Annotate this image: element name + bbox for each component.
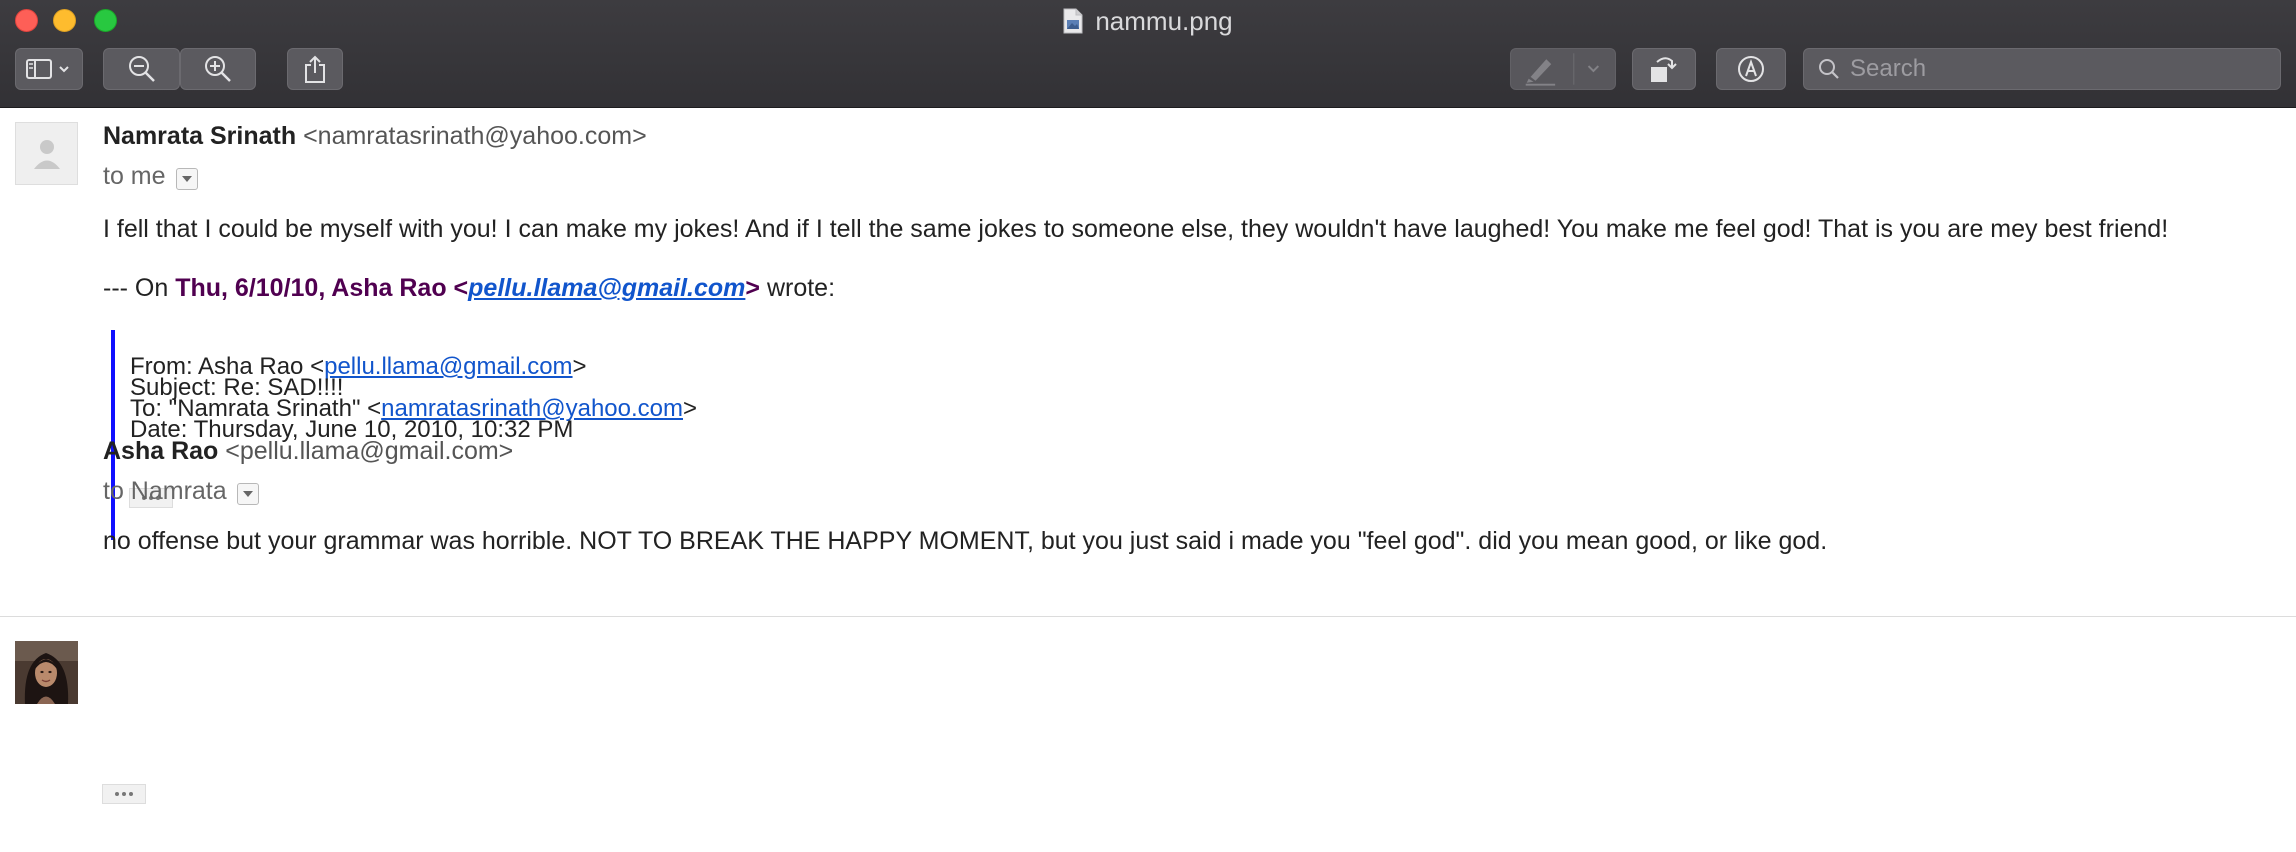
avatar [15, 641, 78, 704]
sender-name: Namrata Srinath [103, 122, 297, 150]
sender-name: Asha Rao [103, 437, 219, 465]
message-body: I fell that I could be myself with you! … [103, 215, 2169, 243]
window-title-text: nammu.png [1095, 5, 1233, 36]
quote-intro: --- On Thu, 6/10/10, Asha Rao <pellu.lla… [103, 274, 835, 303]
window-title: nammu.png [0, 4, 2296, 38]
sender-email: <namratasrinath@yahoo.com> [303, 122, 647, 150]
quote-from-email-link[interactable]: pellu.llama@gmail.com [324, 353, 572, 380]
show-trimmed-content-button[interactable] [102, 784, 146, 804]
sender-email: <pellu.llama@gmail.com> [225, 437, 514, 465]
recipient-label: to me [103, 162, 166, 190]
message-sender: Asha Rao <pellu.llama@gmail.com> [103, 437, 513, 466]
share-button[interactable] [287, 48, 343, 90]
quote-intro-email-link[interactable]: pellu.llama@gmail.com [468, 274, 745, 302]
message-body: no offense but your grammar was horrible… [103, 527, 1828, 555]
sidebar-toggle-button[interactable] [15, 48, 83, 90]
chevron-down-icon [181, 175, 192, 182]
markup-button[interactable] [1716, 48, 1786, 90]
zoom-out-icon [128, 56, 155, 82]
message-divider [0, 616, 2296, 617]
quote-to-suffix: > [683, 395, 698, 422]
document-icon [1063, 8, 1083, 34]
person-icon [33, 139, 60, 169]
sidebar-icon [26, 59, 69, 79]
zoom-in-button[interactable] [180, 48, 256, 90]
email-thread: Namrata Srinath <namratasrinath@yahoo.co… [0, 108, 2296, 852]
highlight-button[interactable] [1510, 48, 1616, 90]
search-input[interactable] [1850, 55, 2250, 83]
recipient-details-toggle[interactable] [236, 482, 259, 505]
zoom-in-icon [205, 56, 231, 82]
quote-intro-close: > [745, 274, 760, 302]
avatar [15, 122, 78, 185]
quoted-message: From: Asha Rao <pellu.llama@gmail.com> S… [111, 330, 1211, 540]
recipient-line: to me [103, 162, 198, 191]
share-icon [305, 55, 325, 83]
quote-intro-date: Thu, 6/10/10, Asha Rao < [175, 274, 469, 302]
recipient-details-toggle[interactable] [175, 167, 198, 190]
search-icon [1819, 59, 1839, 79]
rotate-button[interactable] [1632, 48, 1696, 90]
recipient-label: to Namrata [103, 477, 227, 505]
profile-photo [15, 641, 78, 704]
highlight-icon [1525, 53, 1600, 86]
markup-icon [1738, 56, 1764, 82]
rotate-icon [1651, 57, 1677, 82]
quote-intro-suffix: wrote: [760, 274, 836, 302]
message-sender: Namrata Srinath <namratasrinath@yahoo.co… [103, 122, 647, 151]
window-titlebar: nammu.png [0, 0, 2296, 108]
recipient-line: to Namrata [103, 477, 259, 506]
search-field[interactable] [1803, 48, 2281, 90]
quote-intro-prefix: --- On [103, 274, 176, 302]
chevron-down-icon [242, 490, 253, 497]
ellipsis-icon [115, 792, 133, 796]
zoom-out-button[interactable] [103, 48, 180, 90]
quote-from-suffix: > [572, 353, 587, 380]
